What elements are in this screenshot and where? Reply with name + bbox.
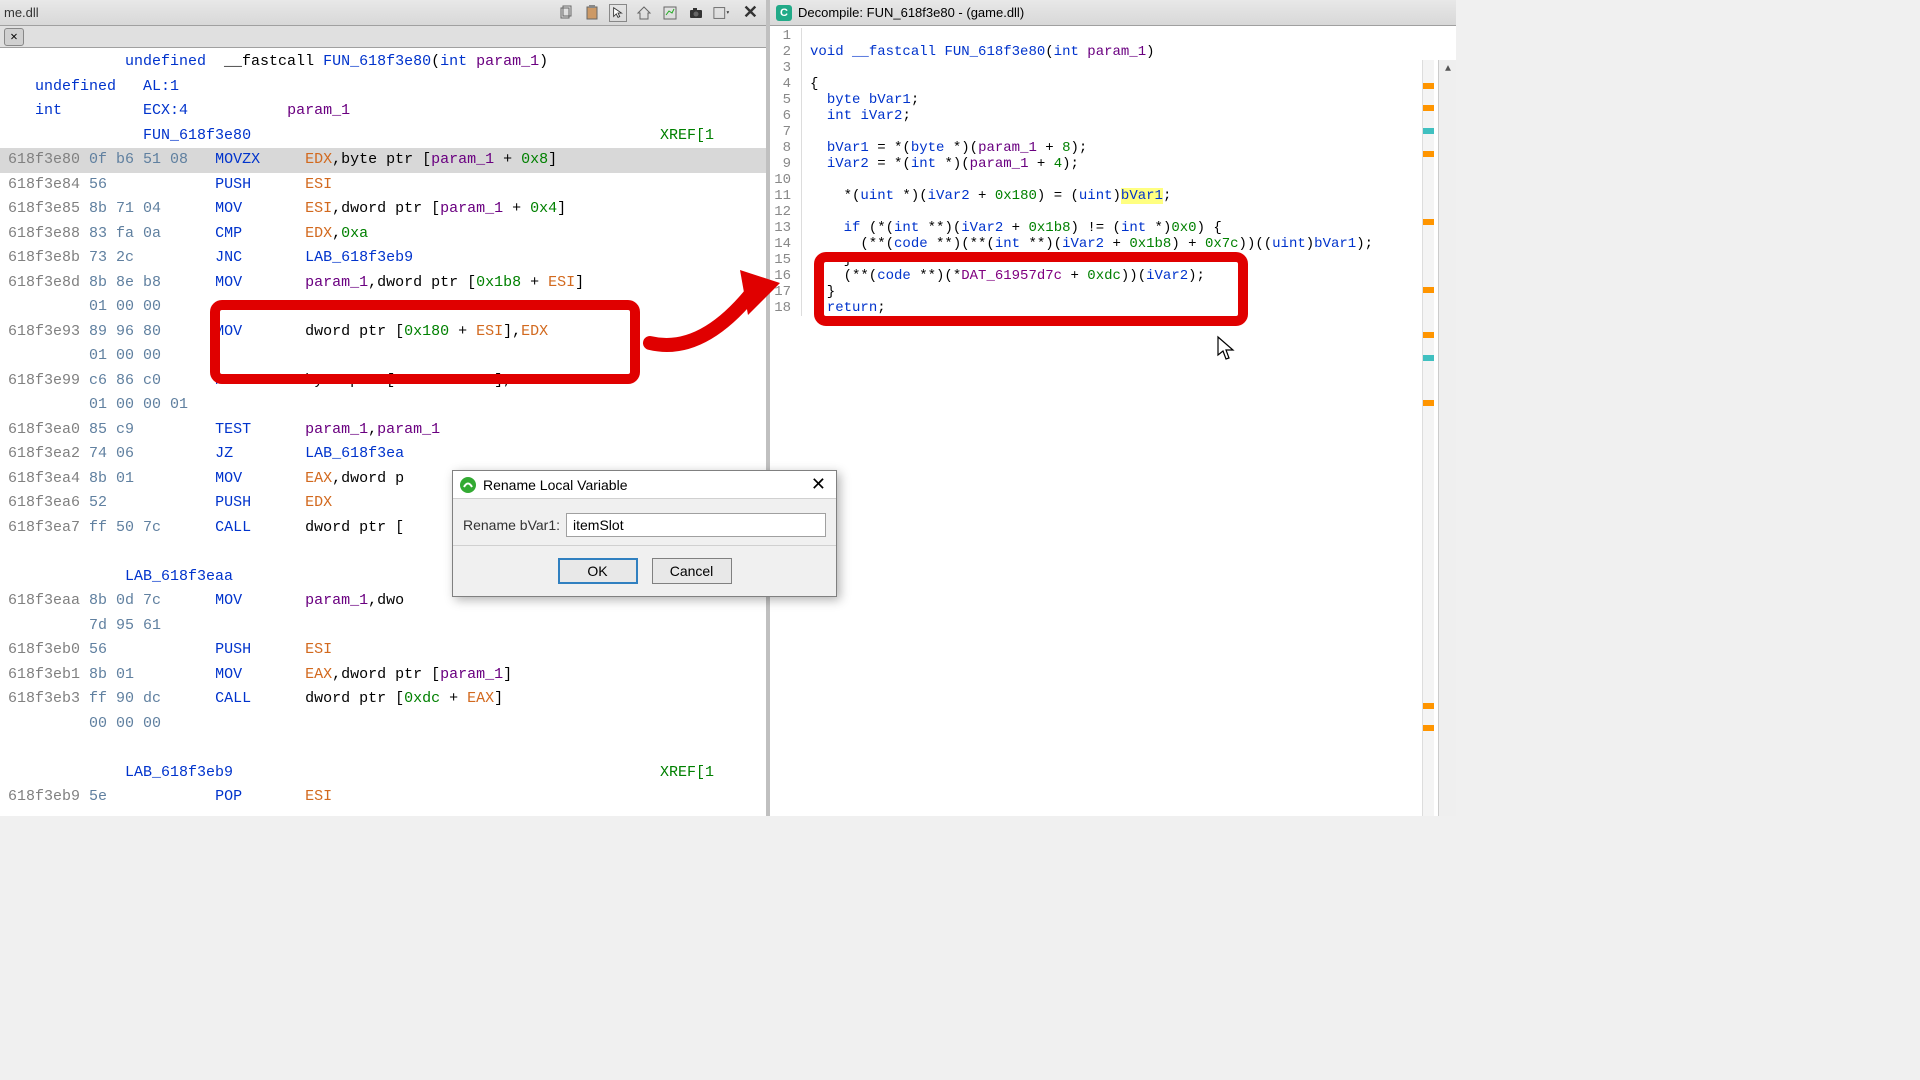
disasm-row[interactable]: 7d 95 61: [0, 614, 766, 639]
close-icon[interactable]: ✕: [739, 2, 762, 23]
tab-row: ✕: [0, 26, 766, 48]
disasm-code-area[interactable]: undefined __fastcall FUN_618f3e80(int pa…: [0, 48, 766, 816]
home-icon[interactable]: [635, 4, 653, 22]
decompile-line[interactable]: 16 (**(code **)(*DAT_61957d7c + 0xdc))(i…: [770, 268, 1456, 284]
dialog-titlebar[interactable]: Rename Local Variable ✕: [453, 471, 836, 499]
decompile-line[interactable]: 2void __fastcall FUN_618f3e80(int param_…: [770, 44, 1456, 60]
disasm-row[interactable]: 618f3eb9 5e POP ESI: [0, 785, 766, 810]
disasm-row[interactable]: 618f3e85 8b 71 04 MOV ESI,dword ptr [par…: [0, 197, 766, 222]
disasm-row[interactable]: 618f3e88 83 fa 0a CMP EDX,0xa: [0, 222, 766, 247]
disasm-row[interactable]: 01 00 00: [0, 295, 766, 320]
decompile-line[interactable]: 14 (**(code **)(**(int **)(iVar2 + 0x1b8…: [770, 236, 1456, 252]
decompile-line[interactable]: 1: [770, 28, 1456, 44]
decompile-line[interactable]: 13 if (*(int **)(iVar2 + 0x1b8) != (int …: [770, 220, 1456, 236]
disasm-row[interactable]: 618f3e8d 8b 8e b8 MOV param_1,dword ptr …: [0, 271, 766, 296]
decompile-line[interactable]: 7: [770, 124, 1456, 140]
disasm-row[interactable]: 01 00 00 01: [0, 393, 766, 418]
disasm-row[interactable]: 00 00 00: [0, 712, 766, 737]
disasm-row[interactable]: 01 00 00: [0, 344, 766, 369]
decompile-panel: C Decompile: FUN_618f3e80 - (game.dll) 1…: [770, 0, 1456, 816]
disasm-row[interactable]: 618f3eb3 ff 90 dc CALL dword ptr [0xdc +…: [0, 687, 766, 712]
decompile-icon: C: [776, 5, 792, 21]
decompile-line[interactable]: 4{: [770, 76, 1456, 92]
copy-icon[interactable]: [557, 4, 575, 22]
cancel-button[interactable]: Cancel: [652, 558, 732, 584]
decompile-line[interactable]: 9 iVar2 = *(int *)(param_1 + 4);: [770, 156, 1456, 172]
right-titlebar: C Decompile: FUN_618f3e80 - (game.dll): [770, 0, 1456, 26]
decompile-line[interactable]: 5 byte bVar1;: [770, 92, 1456, 108]
left-titlebar: me.dll: [0, 0, 766, 26]
dialog-close-icon[interactable]: ✕: [807, 474, 830, 495]
decompile-line[interactable]: 6 int iVar2;: [770, 108, 1456, 124]
rename-label: Rename bVar1:: [463, 517, 560, 533]
header-row: FUN_618f3e80 XREF[1: [0, 124, 766, 149]
decompile-line[interactable]: 12: [770, 204, 1456, 220]
decompile-line[interactable]: 3: [770, 60, 1456, 76]
decompile-code-area[interactable]: 1 2void __fastcall FUN_618f3e80(int para…: [770, 26, 1456, 816]
disasm-row[interactable]: 618f3e99 c6 86 c0 MOV byte ptr [0x1c0 + …: [0, 369, 766, 394]
decompile-line[interactable]: 17 }: [770, 284, 1456, 300]
decompile-line[interactable]: 8 bVar1 = *(byte *)(param_1 + 8);: [770, 140, 1456, 156]
ok-button[interactable]: OK: [558, 558, 638, 584]
disasm-row[interactable]: 618f3e93 89 96 80 MOV dword ptr [0x180 +…: [0, 320, 766, 345]
tab-close-button[interactable]: ✕: [4, 28, 24, 46]
disasm-row[interactable]: 618f3e80 0f b6 51 08 MOVZX EDX,byte ptr …: [0, 148, 766, 173]
dialog-title: Rename Local Variable: [483, 477, 807, 493]
disasm-row[interactable]: 618f3e8b 73 2c JNC LAB_618f3eb9: [0, 246, 766, 271]
decompile-line[interactable]: 11 *(uint *)(iVar2 + 0x180) = (uint)bVar…: [770, 188, 1456, 204]
rename-input[interactable]: [566, 513, 826, 537]
paste-icon[interactable]: [583, 4, 601, 22]
disassembly-panel: me.dll: [0, 0, 770, 816]
cursor-icon[interactable]: [609, 4, 627, 22]
graph-icon[interactable]: [661, 4, 679, 22]
left-title-text: me.dll: [4, 5, 39, 20]
camera-icon[interactable]: [687, 4, 705, 22]
disasm-row[interactable]: 618f3e84 56 PUSH ESI: [0, 173, 766, 198]
label-line[interactable]: LAB_618f3eb9XREF[1: [0, 761, 766, 786]
dropdown-icon[interactable]: [713, 4, 731, 22]
rename-dialog: Rename Local Variable ✕ Rename bVar1: OK…: [452, 470, 837, 597]
disasm-row[interactable]: 618f3eb0 56 PUSH ESI: [0, 638, 766, 663]
decompile-line[interactable]: 15 }: [770, 252, 1456, 268]
header-row: undefined AL:1: [0, 75, 766, 100]
header-row: int ECX:4 param_1: [0, 99, 766, 124]
disasm-row[interactable]: 618f3ea0 85 c9 TEST param_1,param_1: [0, 418, 766, 443]
disasm-row[interactable]: 618f3ea2 74 06 JZ LAB_618f3ea: [0, 442, 766, 467]
ghidra-app-icon: [459, 476, 477, 494]
disasm-row[interactable]: 618f3eb1 8b 01 MOV EAX,dword ptr [param_…: [0, 663, 766, 688]
right-title-text: Decompile: FUN_618f3e80 - (game.dll): [798, 5, 1024, 20]
signature-line: undefined __fastcall FUN_618f3e80(int pa…: [0, 50, 766, 75]
decompile-line[interactable]: 10: [770, 172, 1456, 188]
decompile-line[interactable]: 18 return;: [770, 300, 1456, 316]
